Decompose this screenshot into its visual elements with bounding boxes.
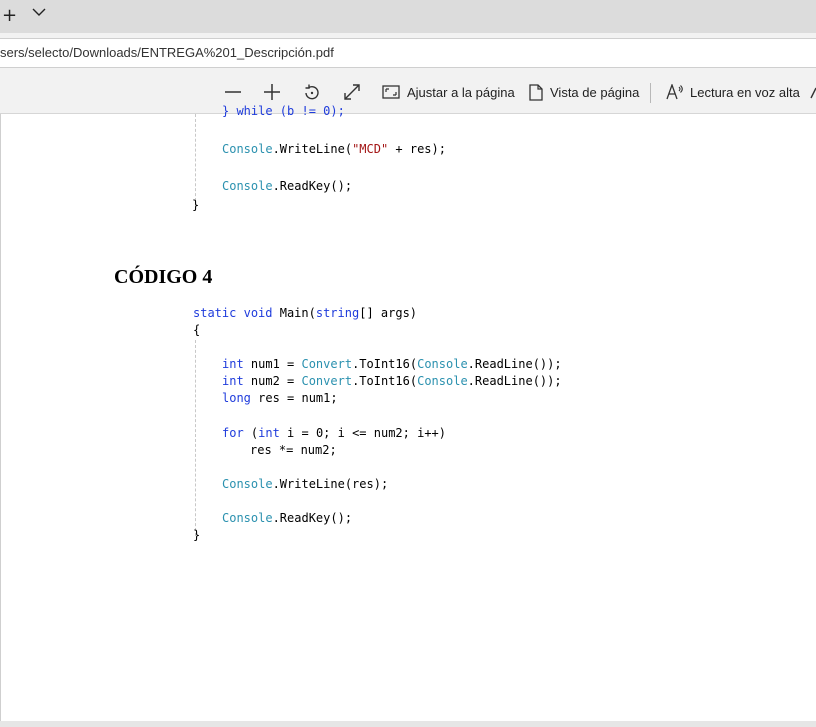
code-line-num2: int num2 = Convert.ToInt16(Console.ReadL… <box>222 374 562 388</box>
read-aloud-label: Lectura en voz alta <box>690 84 800 100</box>
page-view-label: Vista de página <box>550 84 640 100</box>
code-line-readkey: Console.ReadKey(); <box>222 179 353 193</box>
code-line-while: } while (b != 0); <box>222 104 345 118</box>
bottom-scroll-area <box>0 721 816 727</box>
fullscreen-button[interactable] <box>343 71 361 113</box>
pdf-toolbar: Ajustar a la página Vista de página Lect… <box>0 71 816 114</box>
code-line-main: static void Main(string[] args) <box>193 306 418 320</box>
code-open-brace: { <box>193 323 201 337</box>
address-bar[interactable]: sers/selecto/Downloads/ENTREGA%201_Descr… <box>0 38 816 68</box>
page-view-icon <box>529 83 543 101</box>
pdf-page <box>0 114 816 721</box>
address-bar-area: sers/selecto/Downloads/ENTREGA%201_Descr… <box>0 33 816 71</box>
more-tools-button[interactable] <box>810 71 816 113</box>
indent-guide <box>195 114 196 206</box>
code-line-writeline-res: Console.WriteLine(res); <box>222 477 389 491</box>
page-view-button[interactable]: Vista de página <box>529 71 639 113</box>
tab-list-button[interactable] <box>32 3 46 25</box>
minus-icon <box>225 91 241 93</box>
expand-icon <box>344 84 360 100</box>
new-tab-button[interactable]: + <box>2 5 17 27</box>
tab-strip: + <box>0 0 816 33</box>
section-heading: CÓDIGO 4 <box>114 266 213 288</box>
plus-icon <box>264 84 280 100</box>
code-line-writeline-mcd: Console.WriteLine("MCD" + res); <box>222 142 446 156</box>
page-left-edge <box>0 114 1 721</box>
fit-page-icon <box>382 85 400 99</box>
code-line-num1: int num1 = Convert.ToInt16(Console.ReadL… <box>222 357 562 371</box>
read-aloud-button[interactable]: Lectura en voz alta <box>666 71 800 113</box>
code-line-res: long res = num1; <box>222 391 338 405</box>
read-aloud-icon <box>666 84 683 100</box>
code-line-readkey-4: Console.ReadKey(); <box>222 511 353 525</box>
code-line-for: for (int i = 0; i <= num2; i++) <box>222 426 446 440</box>
code-close-brace: } <box>192 198 200 212</box>
indent-guide-code4 <box>195 340 196 536</box>
code-close-brace-4: } <box>193 528 201 542</box>
chevron-down-icon <box>32 8 46 16</box>
rotate-icon <box>305 84 319 100</box>
tool-icon <box>810 87 816 99</box>
fit-to-page-label: Ajustar a la página <box>407 84 515 100</box>
code-line-multiply: res *= num2; <box>250 443 337 457</box>
fit-to-page-button[interactable]: Ajustar a la página <box>382 71 515 113</box>
toolbar-divider <box>650 83 651 103</box>
address-url: sers/selecto/Downloads/ENTREGA%201_Descr… <box>0 45 334 60</box>
